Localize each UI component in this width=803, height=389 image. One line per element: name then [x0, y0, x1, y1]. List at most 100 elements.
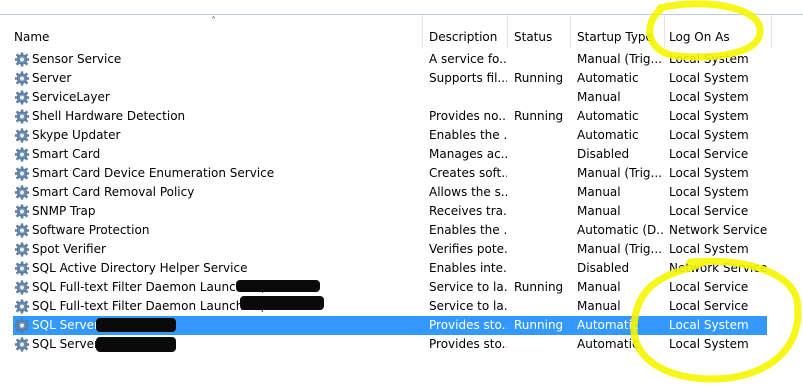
service-description: Service to la... — [429, 280, 507, 294]
service-row[interactable]: SQL Full-text Filter Daemon Launcher ( Se… — [0, 297, 803, 316]
service-name: SQL Full-text Filter Daemon Launcher ( — [32, 299, 265, 313]
service-log-on-as: Local System — [669, 71, 749, 85]
gear-icon — [14, 280, 30, 295]
column-divider[interactable] — [771, 15, 772, 48]
column-header-log-on-as[interactable]: Log On As — [669, 15, 769, 48]
service-status — [514, 88, 572, 107]
service-row[interactable]: Server Supports fil... Running Automatic Loc… — [0, 69, 803, 88]
service-status — [514, 202, 572, 221]
gear-icon — [14, 204, 30, 219]
service-name: SNMP Trap — [32, 204, 96, 218]
service-log-on-as: Local System — [669, 166, 749, 180]
service-description: Receives tra... — [429, 204, 507, 218]
column-divider[interactable] — [664, 15, 665, 48]
service-log-on-as: Local System — [669, 109, 749, 123]
gear-icon — [14, 299, 30, 314]
service-status: Running — [514, 109, 564, 123]
service-status — [514, 259, 572, 278]
column-header-description[interactable]: Description — [429, 15, 505, 48]
services-list: Sensor Service A service fo... Manual (Tri… — [0, 50, 803, 354]
service-description: Provides sto... — [429, 337, 507, 351]
gear-icon — [14, 128, 30, 143]
service-status — [514, 335, 572, 354]
service-description: Enables the ... — [429, 128, 507, 142]
column-header-status[interactable]: Status — [514, 15, 569, 48]
service-row[interactable]: Smart Card Manages ac... Disabled Local Ser… — [0, 145, 803, 164]
service-log-on-as: Local System — [669, 52, 749, 66]
service-row[interactable]: ServiceLayer Manual Local System — [0, 88, 803, 107]
service-description: Verifies pote... — [429, 242, 507, 256]
service-status — [514, 145, 572, 164]
service-startup-type: Manual (Trig... — [577, 166, 662, 180]
service-description: Manages ac... — [429, 147, 507, 161]
service-log-on-as: Local System — [669, 318, 749, 332]
service-description: Supports fil... — [429, 71, 507, 85]
gear-icon — [14, 52, 30, 67]
column-divider[interactable] — [422, 15, 423, 48]
service-row[interactable]: Smart Card Device Enumeration Service Cre… — [0, 164, 803, 183]
redaction-mark — [236, 280, 320, 292]
service-startup-type: Manual (Trig... — [577, 242, 662, 256]
service-startup-type: Automatic — [577, 109, 639, 123]
service-log-on-as: Local Service — [669, 299, 749, 313]
service-startup-type: Automatic — [577, 71, 639, 85]
service-name: SQL Active Directory Helper Service — [32, 261, 248, 275]
service-log-on-as: Local System — [669, 185, 749, 199]
gear-icon — [14, 166, 30, 181]
service-status: Running — [514, 318, 564, 332]
service-status — [514, 240, 572, 259]
service-startup-type: Automatic — [577, 318, 639, 332]
service-description: Provides sto... — [429, 318, 507, 332]
redaction-mark — [96, 318, 176, 332]
gear-icon — [14, 109, 30, 124]
service-log-on-as: Network Service — [669, 261, 768, 275]
column-divider[interactable] — [507, 15, 508, 48]
service-description: Enables inte... — [429, 261, 507, 275]
service-description: Provides no... — [429, 109, 507, 123]
gear-icon — [14, 71, 30, 86]
service-description — [429, 88, 507, 107]
service-name: Server — [32, 71, 72, 85]
service-description: Service to la... — [429, 299, 507, 313]
service-row[interactable]: Spot Verifier Verifies pote... Manual (Tri… — [0, 240, 803, 259]
service-status — [514, 164, 572, 183]
service-row[interactable]: Smart Card Removal Policy Allows the s...… — [0, 183, 803, 202]
service-name: Software Protection — [32, 223, 150, 237]
service-row[interactable]: SQL Full-text Filter Daemon Launcher (Se… — [0, 278, 803, 297]
service-description: A service fo... — [429, 52, 507, 66]
service-log-on-as: Local System — [669, 128, 749, 142]
service-status — [514, 126, 572, 145]
service-startup-type: Disabled — [577, 147, 630, 161]
service-row[interactable]: Skype Updater Enables the ... Automatic Loc… — [0, 126, 803, 145]
gear-icon — [14, 242, 30, 257]
service-row[interactable]: SNMP Trap Receives tra... Manual Local Serv… — [0, 202, 803, 221]
service-startup-type: Disabled — [577, 261, 630, 275]
service-row[interactable]: Shell Hardware Detection Provides no... Ru… — [0, 107, 803, 126]
service-name: Smart Card — [32, 147, 101, 161]
service-startup-type: Manual — [577, 299, 621, 313]
service-log-on-as: Local System — [669, 90, 749, 104]
service-startup-type: Manual — [577, 90, 621, 104]
gear-icon — [14, 261, 30, 276]
service-name: Skype Updater — [32, 128, 121, 142]
service-startup-type: Manual — [577, 185, 621, 199]
service-description: Creates soft... — [429, 166, 507, 180]
column-header-bar: ˄ Name Description Status Startup Type L… — [0, 15, 803, 48]
service-row[interactable]: Software Protection Enables the ... Automa… — [0, 221, 803, 240]
service-row[interactable]: SQL Active Directory Helper Service Enabl… — [0, 259, 803, 278]
service-name: SQL Server ( — [32, 337, 108, 351]
service-status — [514, 183, 572, 202]
service-name: Smart Card Device Enumeration Service — [32, 166, 275, 180]
column-header-startup-type[interactable]: Startup Type — [577, 15, 663, 48]
gear-icon — [14, 223, 30, 238]
service-log-on-as: Local System — [669, 242, 749, 256]
service-log-on-as: Local Service — [669, 204, 749, 218]
service-row[interactable]: Sensor Service A service fo... Manual (Tri… — [0, 50, 803, 69]
column-divider[interactable] — [570, 15, 571, 48]
service-log-on-as: Local Service — [669, 280, 749, 294]
service-description: Enables the ... — [429, 223, 507, 237]
gear-icon — [14, 337, 30, 352]
services-window: ˄ Name Description Status Startup Type L… — [0, 0, 803, 389]
gear-icon — [14, 318, 30, 333]
column-header-name[interactable]: Name — [14, 15, 414, 48]
